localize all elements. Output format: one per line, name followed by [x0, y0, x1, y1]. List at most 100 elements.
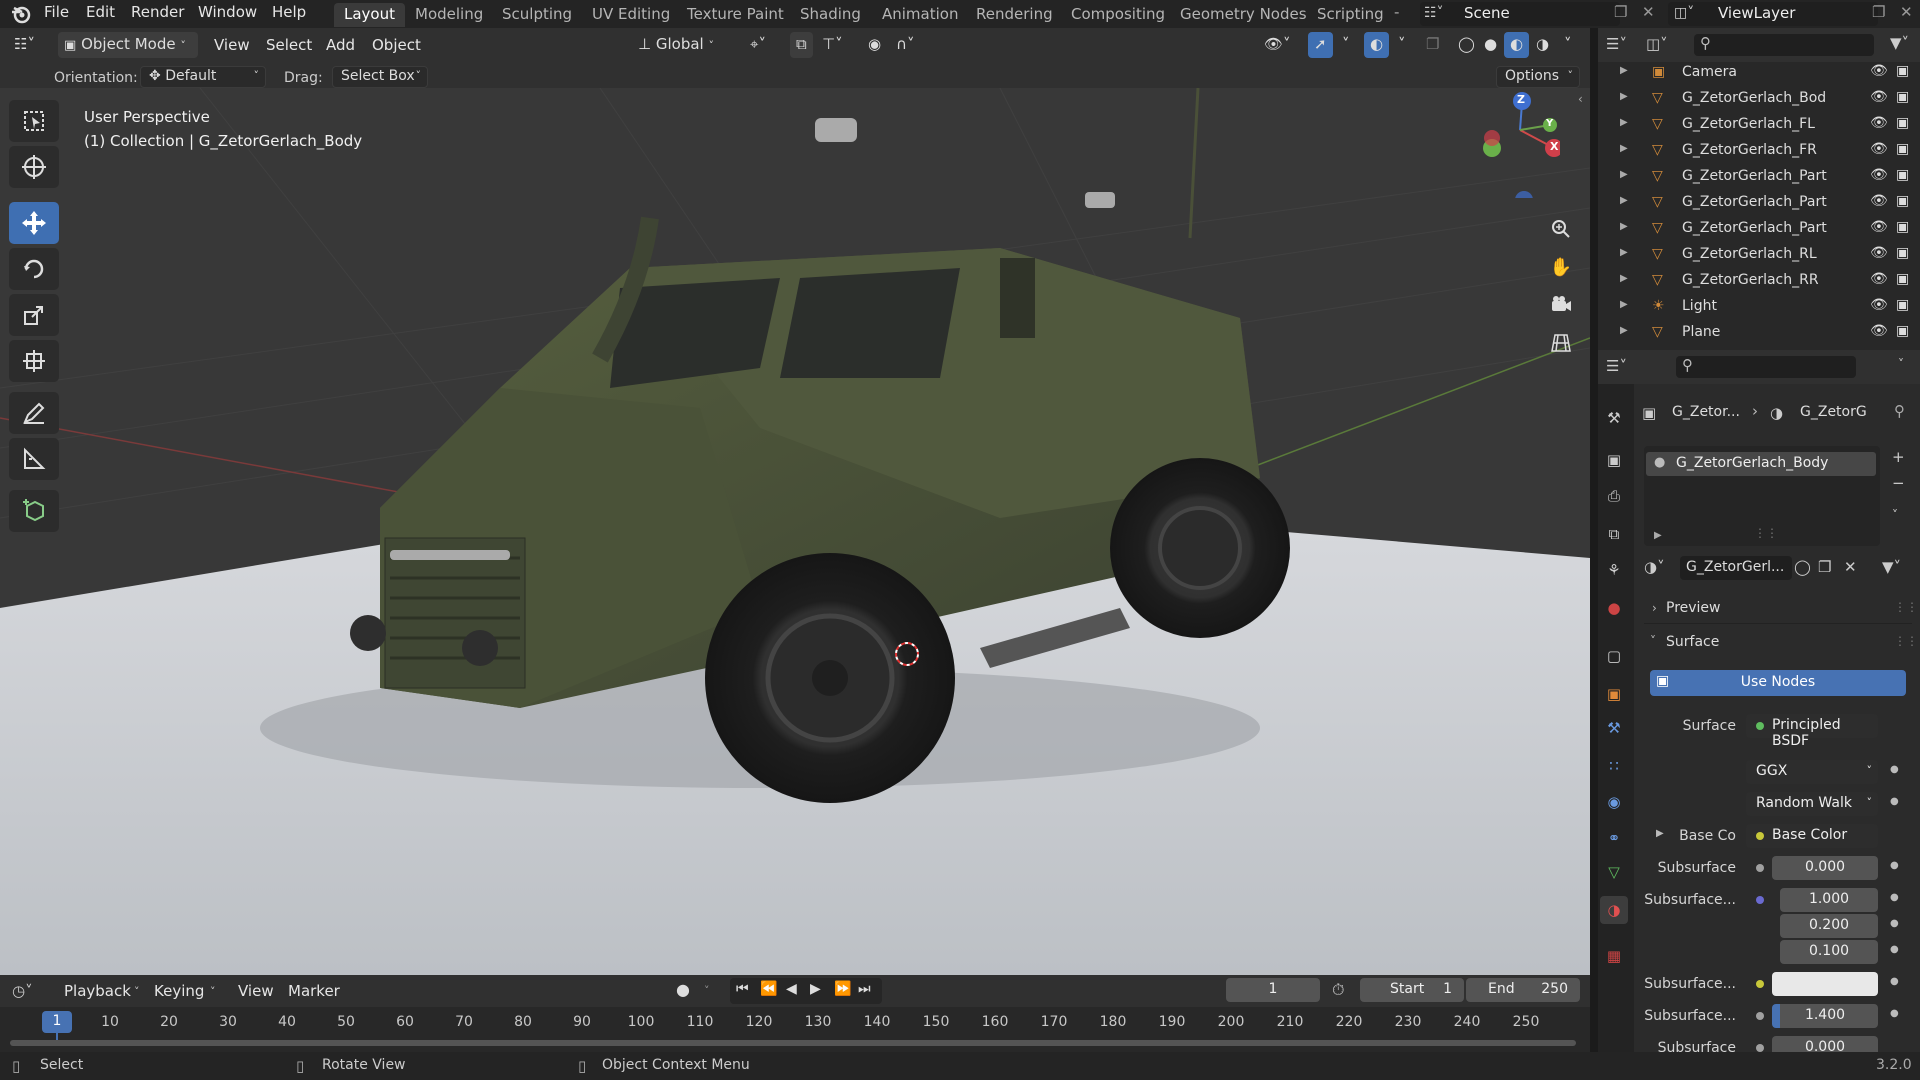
render-camera-icon[interactable]: ▣ — [1896, 63, 1909, 79]
solid-shading-icon[interactable]: ● — [1478, 32, 1503, 58]
playhead-marker[interactable]: 1 — [42, 1011, 72, 1033]
expand-triangle-icon[interactable]: ▶ — [1654, 530, 1662, 541]
breadcrumb-material[interactable]: G_ZetorG — [1800, 404, 1867, 420]
render-camera-icon[interactable]: ▣ — [1896, 245, 1909, 261]
workspace-more-icon[interactable]: - — [1394, 3, 1399, 21]
distribution-dropdown[interactable]: GGX ˅ — [1746, 760, 1878, 784]
outliner-item[interactable]: ▶ ▽ G_ZetorGerlach_FR 👁 ▣ — [1620, 140, 1920, 164]
play-icon[interactable]: ▶ — [810, 981, 821, 997]
render-camera-icon[interactable]: ▣ — [1896, 193, 1909, 209]
visibility-eye-icon[interactable]: 👁 — [1870, 141, 1888, 157]
outliner-item[interactable]: ▶ ▽ G_ZetorGerlach_Bod 👁 ▣ — [1620, 88, 1920, 112]
subsurface-method-dropdown[interactable]: Random Walk ˅ — [1746, 792, 1878, 816]
visibility-eye-icon[interactable]: 👁 — [1870, 297, 1888, 313]
particles-icon[interactable]: ∷ — [1600, 752, 1628, 780]
outliner-item[interactable]: ▶ ▽ G_ZetorGerlach_FL 👁 ▣ — [1620, 114, 1920, 138]
filter-icon[interactable]: ▼˅ — [1890, 34, 1909, 52]
subsurface-radius-y[interactable]: 0.200 — [1780, 914, 1878, 938]
add-slot-icon[interactable]: + — [1892, 448, 1905, 466]
rendered-shading-icon[interactable]: ◑ — [1530, 32, 1555, 58]
add-cube-tool[interactable] — [9, 490, 59, 532]
keyframe-dot-icon[interactable]: ● — [1890, 796, 1899, 807]
tab-texture-paint[interactable]: Texture Paint — [677, 3, 794, 27]
expand-triangle-icon[interactable]: ▶ — [1620, 169, 1628, 180]
jump-end-icon[interactable]: ⏭ — [858, 981, 871, 997]
proportional-edit-icon[interactable]: ◉ — [862, 32, 887, 58]
end-frame-field[interactable]: End 250 — [1466, 978, 1580, 1002]
scale-tool[interactable] — [9, 294, 59, 336]
visibility-eye-icon[interactable]: 👁 — [1870, 271, 1888, 287]
timeline-scrollbar[interactable] — [10, 1040, 1576, 1046]
wireframe-shading-icon[interactable]: ◯ — [1452, 32, 1481, 58]
pivot-point-icon[interactable]: ⌖˅ — [744, 32, 772, 58]
modifier-icon[interactable]: ⚒ — [1600, 714, 1628, 742]
jump-start-icon[interactable]: ⏮ — [736, 981, 749, 997]
tab-animation[interactable]: Animation — [872, 3, 968, 27]
blender-logo-icon[interactable] — [10, 4, 32, 28]
perspective-grid-icon[interactable] — [1546, 328, 1576, 358]
delete-scene-icon[interactable]: ✕ — [1642, 3, 1655, 21]
slot-specials-icon[interactable]: ˅ — [1892, 508, 1898, 522]
expand-triangle-icon[interactable]: ▶ — [1620, 299, 1628, 310]
tab-shading[interactable]: Shading — [790, 3, 871, 27]
drag-handle-icon[interactable]: ⋮⋮ — [1894, 600, 1918, 614]
view-layer-icon[interactable]: ⧉ — [1600, 520, 1628, 548]
snap-target-icon[interactable]: ⊤˅ — [816, 32, 849, 58]
base-color-field[interactable]: Base Color — [1746, 824, 1878, 848]
mode-selector[interactable]: ▣ Object Mode ˅ — [58, 32, 198, 58]
keyframe-dot-icon[interactable]: ● — [1890, 764, 1899, 775]
use-nodes-button[interactable]: ▣ Use Nodes — [1650, 670, 1906, 696]
start-frame-field[interactable]: Start 1 — [1360, 978, 1464, 1002]
outliner-item[interactable]: ▶ ▽ G_ZetorGerlach_RL 👁 ▣ — [1620, 244, 1920, 268]
drag-handle-icon[interactable]: ⋮⋮ — [1894, 634, 1918, 648]
visibility-eye-icon[interactable]: 👁 — [1870, 89, 1888, 105]
tab-scripting[interactable]: Scripting — [1307, 3, 1394, 27]
options-chevron-icon[interactable]: ˅ — [1898, 357, 1904, 371]
area-divider[interactable] — [1590, 28, 1598, 1052]
outliner-item[interactable]: ▶ ▽ Plane 👁 ▣ — [1620, 322, 1920, 346]
duplicate-material-icon[interactable]: ❐ — [1818, 558, 1831, 576]
render-camera-icon[interactable]: ▣ — [1896, 271, 1909, 287]
tab-geometry-nodes[interactable]: Geometry Nodes — [1170, 3, 1317, 27]
view-layer-selector[interactable]: ◫˅ ViewLayer — [1668, 2, 1878, 26]
gizmo-dropdown-icon[interactable]: ˅ — [1336, 32, 1356, 58]
keying-set-dropdown-icon[interactable]: ˅ — [704, 984, 710, 997]
measure-tool[interactable] — [9, 438, 59, 480]
select-box-tool[interactable] — [9, 100, 59, 142]
remove-slot-icon[interactable]: − — [1892, 474, 1905, 492]
menu-window[interactable]: Window — [198, 3, 257, 21]
camera-view-icon[interactable] — [1546, 290, 1576, 320]
visibility-icon[interactable]: 👁˅ — [1258, 32, 1297, 58]
scene-selector[interactable]: ☷˅ Scene — [1420, 2, 1620, 26]
properties-editor-type-icon[interactable]: ☰˅ — [1606, 357, 1627, 375]
browse-material-icon[interactable]: ◑˅ — [1644, 558, 1665, 576]
keyframe-dot-icon[interactable]: ● — [1890, 944, 1899, 955]
subsurface-color-swatch[interactable] — [1772, 972, 1878, 996]
overlays-toggle-icon[interactable]: ◐ — [1364, 32, 1390, 58]
pin-icon[interactable]: ⚲ — [1894, 402, 1905, 420]
falloff-icon[interactable]: ∩˅ — [890, 32, 920, 58]
constraints-icon[interactable]: ⚭ — [1600, 824, 1628, 852]
render-camera-icon[interactable]: ▣ — [1896, 219, 1909, 235]
timeline-menu-playback[interactable]: Playback — [64, 982, 131, 1000]
render-camera-icon[interactable]: ▣ — [1896, 141, 1909, 157]
output-icon[interactable]: ⎙ — [1600, 482, 1628, 510]
keyframe-dot-icon[interactable]: ● — [1890, 892, 1899, 903]
menu-help[interactable]: Help — [272, 3, 306, 21]
visibility-eye-icon[interactable]: 👁 — [1870, 193, 1888, 209]
expand-triangle-icon[interactable]: ▶ — [1620, 65, 1628, 76]
expand-triangle-icon[interactable]: ▶ — [1620, 117, 1628, 128]
snap-icon[interactable]: ⧉ — [790, 32, 813, 58]
outliner-item[interactable]: ▶ ▣ Camera 👁 ▣ — [1620, 62, 1920, 86]
orientation-dropdown[interactable]: ✥ Default ˅ — [140, 66, 266, 88]
overlays-dropdown-icon[interactable]: ˅ — [1392, 32, 1412, 58]
object-icon[interactable]: ▣ — [1600, 680, 1628, 708]
tab-layout[interactable]: Layout — [334, 3, 405, 27]
viewport-menu-add[interactable]: Add — [326, 36, 355, 54]
keyframe-dot-icon[interactable]: ● — [1890, 918, 1899, 929]
menu-render[interactable]: Render — [131, 3, 184, 21]
subsurface-ior-field[interactable]: 1.400 — [1772, 1004, 1878, 1028]
visibility-eye-icon[interactable]: 👁 — [1870, 115, 1888, 131]
render-camera-icon[interactable]: ▣ — [1896, 167, 1909, 183]
visibility-eye-icon[interactable]: 👁 — [1870, 219, 1888, 235]
